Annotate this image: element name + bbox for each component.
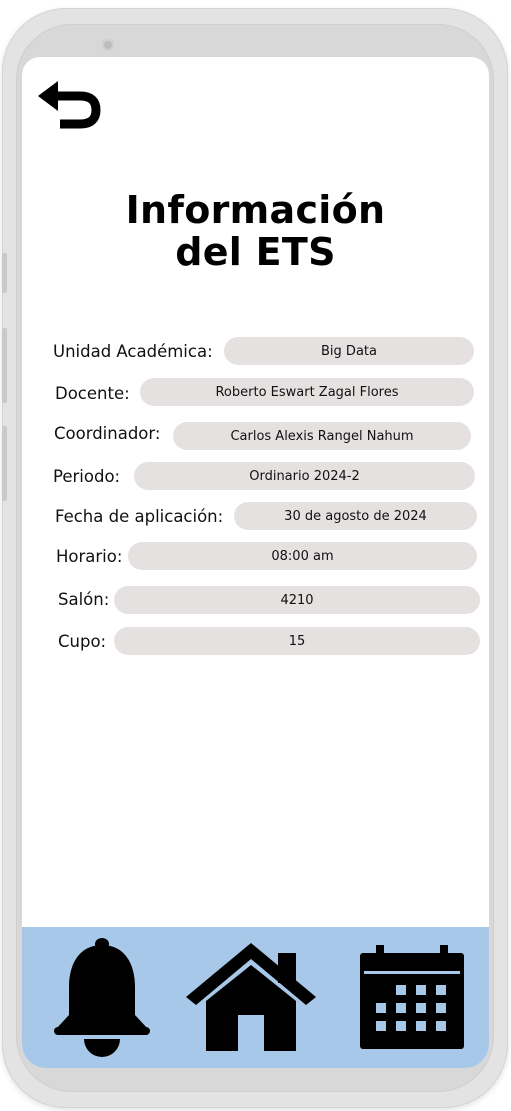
fecha-aplicacion-label: Fecha de aplicación: [55,507,224,526]
horario-field: 08:00 am [128,542,477,570]
undo-arrow-icon [38,81,101,129]
cupo-label: Cupo: [58,632,107,651]
coordinador-label: Coordinador: [54,424,161,443]
horario-label: Horario: [56,547,123,566]
fecha-aplicacion-field: 30 de agosto de 2024 [234,502,477,530]
back-button[interactable] [36,77,104,131]
side-button [2,328,7,403]
periodo-field: Ordinario 2024-2 [134,462,475,490]
side-button [2,253,7,293]
nav-notifications-button[interactable] [52,935,152,1059]
home-icon [186,943,316,1051]
cupo-field: 15 [114,627,480,655]
app-screen: Información del ETS Unidad Académica: Bi… [22,57,489,1068]
bottom-nav [22,927,489,1068]
periodo-label: Periodo: [53,467,121,486]
camera [102,39,114,51]
bell-icon [54,938,150,1057]
unidad-academica-label: Unidad Académica: [53,342,213,361]
salon-field: 4210 [114,586,480,614]
page-title: Información del ETS [22,189,489,273]
side-button [2,426,7,501]
salon-label: Salón: [58,590,110,609]
page-title-line2: del ETS [175,230,336,274]
unidad-academica-field: Big Data [224,337,474,365]
docente-label: Docente: [55,384,130,403]
page-title-line1: Información [125,188,386,232]
calendar-icon [360,945,464,1049]
docente-field: Roberto Eswart Zagal Flores [140,378,474,406]
nav-calendar-button[interactable] [358,943,466,1051]
nav-home-button[interactable] [184,941,318,1053]
coordinador-field: Carlos Alexis Rangel Nahum [173,422,471,450]
